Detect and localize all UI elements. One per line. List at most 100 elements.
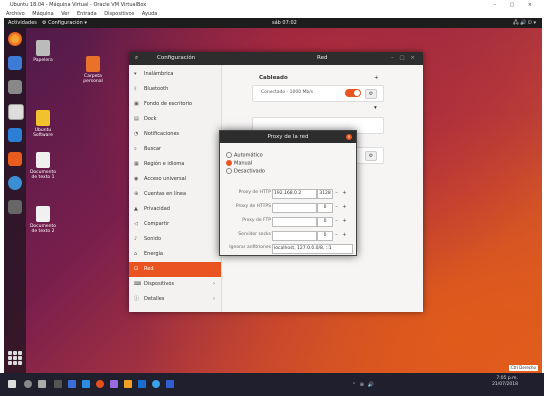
sidebar-item-compartir[interactable]: ◁ Compartir — [129, 217, 221, 232]
radio-disabled[interactable]: Desactivado — [226, 168, 265, 176]
firefox-icon[interactable] — [96, 380, 104, 388]
menu-ayuda[interactable]: Ayuda — [142, 11, 157, 17]
tray-clock[interactable]: 7:05 p.m. 21/07/2018 — [492, 376, 518, 388]
sidebar-icon: ▣ — [134, 101, 139, 107]
desktop-icon-trash[interactable]: Papelera — [28, 40, 58, 63]
port-increment-button[interactable]: + — [341, 217, 348, 225]
taskbar-app-icon[interactable] — [82, 380, 90, 388]
chevron-down-icon: ▾ — [374, 105, 377, 111]
tray-icons[interactable]: ⌃ ⊕ 🔊 — [352, 382, 375, 388]
sidebar-item-dispositivos[interactable]: ⌨ Dispositivos › — [129, 277, 221, 292]
port-decrement-button[interactable]: – — [333, 217, 340, 225]
desktop-icon-software[interactable]: Ubuntu Software — [28, 110, 58, 138]
files-icon[interactable] — [8, 80, 22, 94]
desktop-icon-home[interactable]: Carpeta personal — [78, 56, 108, 84]
show-applications-icon[interactable] — [8, 351, 22, 365]
wired-header: Cableado — [259, 75, 288, 81]
sidebar-item-buscar[interactable]: ⌕ Buscar — [129, 142, 221, 157]
menu-ver[interactable]: Ver — [61, 11, 69, 17]
clock[interactable]: sáb 07:02 — [272, 18, 297, 28]
port-increment-button[interactable]: + — [341, 203, 348, 211]
sidebar-item-región-e-idioma[interactable]: ▦ Región e idioma — [129, 157, 221, 172]
task-view-icon[interactable] — [38, 380, 46, 388]
port-increment-button[interactable]: + — [341, 189, 348, 197]
sidebar-icon: ◉ — [134, 176, 139, 182]
sidebar-item-privacidad[interactable]: ▲ Privacidad — [129, 202, 221, 217]
proxy-host-field[interactable] — [272, 203, 317, 213]
windows-start-icon[interactable] — [8, 380, 16, 388]
settings-icon[interactable] — [8, 200, 22, 214]
proxy-dialog-header: Proxy de la red × — [220, 131, 356, 143]
taskbar-app-icon[interactable] — [68, 380, 76, 388]
proxy-port-field[interactable]: 0 — [317, 217, 333, 227]
sidebar-item-energía[interactable]: ⌂ Energía — [129, 247, 221, 262]
add-connection-button[interactable]: + — [374, 75, 379, 81]
port-increment-button[interactable]: + — [341, 231, 348, 239]
wired-toggle[interactable] — [345, 89, 361, 97]
search-icon[interactable] — [24, 380, 32, 388]
software-center-icon[interactable] — [8, 152, 22, 166]
sidebar-item-cuentas-en-línea[interactable]: ⊕ Cuentas en línea — [129, 187, 221, 202]
sidebar-item-detalles[interactable]: ⓘ Detalles › — [129, 292, 221, 307]
proxy-host-field[interactable] — [272, 217, 317, 227]
sidebar-item-notificaciones[interactable]: ◔ Notificaciones — [129, 127, 221, 142]
sidebar-icon: ⌨ — [134, 281, 142, 287]
port-decrement-button[interactable]: – — [333, 189, 340, 197]
sidebar-icon: ᛒ — [134, 86, 138, 92]
proxy-port-field[interactable]: 0 — [317, 203, 333, 213]
sidebar-item-bluetooth[interactable]: ᛒ Bluetooth — [129, 82, 221, 97]
search-icon[interactable]: ⌕ — [135, 52, 138, 65]
host-menu-bar: Archivo Máquina Ver Entrada Dispositivos… — [0, 10, 544, 18]
chevron-right-icon: › — [213, 281, 215, 287]
sidebar-item-label: Bluetooth — [144, 86, 169, 92]
port-decrement-button[interactable]: – — [333, 231, 340, 239]
gear-icon[interactable]: ⚙ — [365, 89, 377, 99]
chevron-right-icon: › — [213, 296, 215, 302]
writer-icon[interactable] — [8, 128, 22, 142]
sidebar-item-label: Sonido — [144, 236, 162, 242]
taskbar-app-icon[interactable] — [110, 380, 118, 388]
firefox-icon[interactable] — [8, 32, 22, 46]
menu-entrada[interactable]: Entrada — [77, 11, 97, 17]
sidebar-item-acceso-universal[interactable]: ◉ Acceso universal — [129, 172, 221, 187]
menu-archivo[interactable]: Archivo — [6, 11, 25, 17]
taskbar-app-icon[interactable] — [54, 380, 62, 388]
desktop-icon-document-1[interactable]: Documento de texto 1 — [28, 152, 58, 180]
ignore-hosts-field[interactable]: localhost, 127.0.0.0/8, ::1 — [272, 244, 353, 254]
activities-button[interactable]: Actividades — [8, 18, 37, 28]
file-explorer-icon[interactable] — [124, 380, 132, 388]
close-icon[interactable]: × — [346, 134, 352, 140]
proxy-host-field[interactable] — [272, 231, 317, 241]
radio-automatic[interactable]: Automático — [226, 152, 263, 160]
sidebar-item-inalámbrica[interactable]: ▾ Inalámbrica — [129, 67, 221, 82]
sidebar-icon: ⊕ — [134, 191, 139, 197]
system-tray[interactable]: 🖧 🔊 ⏻ ▾ — [513, 18, 536, 28]
sidebar-item-label: Notificaciones — [144, 131, 180, 137]
window-controls[interactable]: – ▢ × — [391, 52, 417, 65]
sidebar-item-fondo-de-escritorio[interactable]: ▣ Fondo de escritorio — [129, 97, 221, 112]
menu-dispositivos[interactable]: Dispositivos — [104, 11, 134, 17]
sidebar-item-sonido[interactable]: ♪ Sonido — [129, 232, 221, 247]
sidebar-item-dock[interactable]: ▤ Dock — [129, 112, 221, 127]
desktop-icon-document-2[interactable]: Documento de texto 2 — [28, 206, 58, 234]
edge-icon[interactable] — [152, 380, 160, 388]
proxy-host-field[interactable]: 192.168.0.2 — [272, 189, 317, 199]
sidebar-item-label: Cuentas en línea — [144, 191, 187, 197]
app-menu[interactable]: ⚙ Configuración ▾ — [42, 18, 87, 28]
help-icon[interactable] — [8, 176, 22, 190]
proxy-port-field[interactable]: 0 — [317, 231, 333, 241]
virtualbox-icon[interactable] — [166, 380, 174, 388]
host-window-controls[interactable]: – ▢ × — [493, 0, 538, 10]
sidebar-icon: ◔ — [134, 131, 139, 137]
menu-maquina[interactable]: Máquina — [32, 11, 53, 17]
rhythmbox-icon[interactable] — [8, 104, 24, 120]
proxy-port-field[interactable]: 3128 — [317, 189, 333, 199]
radio-manual[interactable]: Manual — [226, 160, 252, 168]
sidebar-icon: ⌕ — [134, 146, 137, 152]
port-decrement-button[interactable]: – — [333, 203, 340, 211]
sidebar-item-red[interactable]: ⊡ Red — [129, 262, 221, 277]
wired-status: Conectado - 1000 Mb/s — [261, 90, 314, 95]
gear-icon[interactable]: ⚙ — [365, 151, 377, 161]
thunderbird-icon[interactable] — [8, 56, 22, 70]
taskbar-app-icon[interactable] — [138, 380, 146, 388]
